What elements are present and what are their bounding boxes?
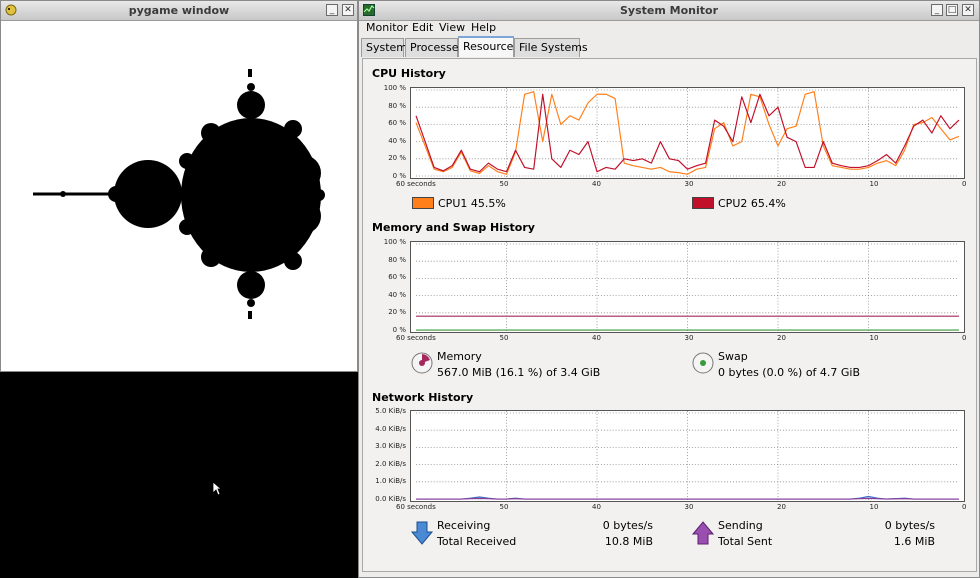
minimize-icon: _ bbox=[934, 5, 940, 15]
minimize-button[interactable]: _ bbox=[931, 4, 943, 16]
cpu2-color-swatch[interactable] bbox=[692, 197, 714, 209]
sending-label: Sending bbox=[718, 519, 763, 532]
network-y-tick-label: 5.0 KiB/s bbox=[375, 407, 406, 415]
memory-x-tick-label: 10 bbox=[869, 334, 879, 342]
mandelbrot-canvas[interactable] bbox=[3, 21, 357, 371]
receiving-value: 0 bytes/s bbox=[602, 519, 653, 532]
memory-x-tick-label: 40 bbox=[592, 334, 601, 342]
pygame-titlebar[interactable]: pygame window _ ✕ bbox=[1, 1, 357, 21]
tab-resources[interactable]: Resources bbox=[458, 36, 519, 57]
total-sent-value: 1.6 MiB bbox=[893, 535, 935, 548]
upload-arrow-icon[interactable] bbox=[692, 521, 714, 545]
swap-label: Swap bbox=[718, 350, 748, 363]
sending-value: 0 bytes/s bbox=[884, 519, 935, 532]
cpu-x-tick-label: 60 seconds bbox=[396, 180, 436, 188]
memory-value: 567.0 MiB (16.1 %) of 3.4 GiB bbox=[437, 366, 601, 379]
cpu-x-tick-label: 30 bbox=[684, 180, 694, 188]
memory-x-tick-label: 0 bbox=[962, 334, 967, 342]
cpu-x-tick-label: 50 bbox=[499, 180, 509, 188]
tab-file-systems[interactable]: File Systems bbox=[514, 38, 588, 57]
network-x-tick-label: 20 bbox=[777, 503, 786, 511]
total-sent-label: Total Sent bbox=[718, 535, 773, 548]
memory-x-tick-label: 20 bbox=[777, 334, 786, 342]
close-icon: ✕ bbox=[344, 5, 352, 15]
receiving-label: Receiving bbox=[437, 519, 491, 532]
cpu-x-tick-label: 0 bbox=[962, 180, 967, 188]
memory-y-tick-label: 40 % bbox=[388, 290, 406, 299]
pygame-title: pygame window bbox=[128, 4, 230, 17]
close-button[interactable]: ✕ bbox=[962, 4, 974, 16]
memory-history-graph bbox=[410, 241, 965, 333]
memory-y-tick-label: 0 % bbox=[392, 326, 406, 334]
maximize-icon: □ bbox=[947, 5, 957, 15]
menubar: Monitor Edit View Help bbox=[359, 20, 979, 37]
memory-history-title: Memory and Swap History bbox=[372, 221, 535, 234]
cpu-y-tick-label: 0 % bbox=[392, 172, 406, 180]
network-x-tick-label: 30 bbox=[684, 503, 694, 511]
memory-y-tick-label: 100 % bbox=[383, 238, 406, 246]
memory-x-tick-label: 30 bbox=[684, 334, 694, 342]
menu-monitor[interactable]: Monitor bbox=[366, 21, 408, 34]
memory-x-tick-label: 50 bbox=[499, 334, 509, 342]
swap-pie-icon[interactable] bbox=[692, 352, 714, 374]
menu-view[interactable]: View bbox=[439, 21, 465, 34]
resources-panel: CPU History CPU1 45.5% CPU2 65.4% Memory… bbox=[362, 58, 977, 572]
network-series-1-line bbox=[416, 497, 959, 500]
swap-value: 0 bytes (0.0 %) of 4.7 GiB bbox=[718, 366, 861, 379]
system-monitor-title: System Monitor bbox=[620, 4, 718, 17]
close-button[interactable]: ✕ bbox=[342, 4, 354, 16]
cpu-y-tick-label: 80 % bbox=[388, 101, 406, 110]
tab-system[interactable]: System bbox=[361, 38, 407, 57]
memory-label: Memory bbox=[437, 350, 482, 363]
close-icon: ✕ bbox=[964, 5, 972, 15]
memory-y-tick-label: 20 % bbox=[388, 308, 406, 317]
mouse-cursor-icon bbox=[212, 481, 222, 496]
network-x-tick-label: 0 bbox=[962, 503, 967, 511]
cpu1-label: CPU1 45.5% bbox=[438, 197, 506, 210]
tab-processes[interactable]: Processes bbox=[405, 38, 464, 57]
minimize-icon: _ bbox=[329, 5, 335, 15]
cpu2-label: CPU2 65.4% bbox=[718, 197, 786, 210]
network-y-tick-label: 2.0 KiB/s bbox=[375, 459, 406, 468]
menu-edit[interactable]: Edit bbox=[412, 21, 433, 34]
network-history-graph bbox=[410, 410, 965, 502]
network-x-tick-label: 40 bbox=[592, 503, 601, 511]
network-y-tick-label: 1.0 KiB/s bbox=[375, 477, 406, 486]
network-history-title: Network History bbox=[372, 391, 474, 404]
cpu-y-tick-label: 40 % bbox=[388, 136, 406, 145]
maximize-button[interactable]: □ bbox=[946, 4, 958, 16]
network-y-tick-label: 0.0 KiB/s bbox=[375, 495, 406, 503]
total-received-label: Total Received bbox=[437, 535, 517, 548]
total-received-value: 10.8 MiB bbox=[604, 535, 653, 548]
memory-y-tick-label: 60 % bbox=[388, 273, 406, 282]
network-x-tick-label: 10 bbox=[869, 503, 879, 511]
network-x-tick-label: 50 bbox=[499, 503, 509, 511]
menu-help[interactable]: Help bbox=[471, 21, 496, 34]
cpu-history-graph bbox=[410, 87, 965, 179]
network-y-tick-label: 3.0 KiB/s bbox=[375, 442, 406, 451]
pygame-window: pygame window _ ✕ bbox=[0, 0, 358, 372]
network-x-tick-label: 60 seconds bbox=[396, 503, 436, 511]
memory-pie-icon[interactable] bbox=[411, 352, 433, 374]
download-arrow-icon[interactable] bbox=[411, 521, 433, 545]
network-y-tick-label: 4.0 KiB/s bbox=[375, 424, 406, 433]
cpu-x-tick-label: 20 bbox=[777, 180, 786, 188]
cpu-history-title: CPU History bbox=[372, 67, 446, 80]
cpu-y-tick-label: 20 % bbox=[388, 154, 406, 163]
cpu1-color-swatch[interactable] bbox=[412, 197, 434, 209]
cpu-x-tick-label: 10 bbox=[869, 180, 879, 188]
cpu-x-tick-label: 40 bbox=[592, 180, 601, 188]
memory-x-tick-label: 60 seconds bbox=[396, 334, 436, 342]
cpu-y-tick-label: 100 % bbox=[383, 84, 406, 92]
system-monitor-window: System Monitor _ □ ✕ Monitor Edit View H… bbox=[358, 0, 980, 578]
system-monitor-titlebar[interactable]: System Monitor _ □ ✕ bbox=[359, 1, 979, 21]
cpu-y-tick-label: 60 % bbox=[388, 119, 406, 128]
memory-y-tick-label: 80 % bbox=[388, 255, 406, 264]
minimize-button[interactable]: _ bbox=[326, 4, 338, 16]
